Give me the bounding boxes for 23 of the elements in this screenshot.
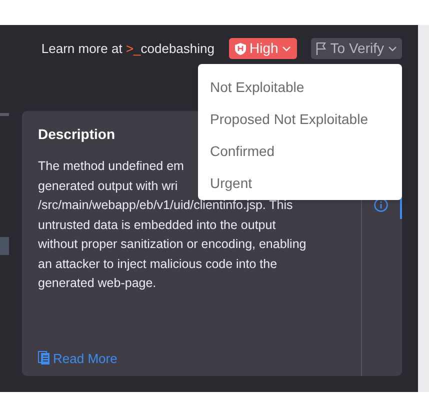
flag-icon — [316, 42, 326, 55]
description-title: Description — [38, 125, 116, 144]
document-icon — [38, 351, 50, 366]
shield-icon — [234, 42, 246, 54]
description-text: an attacker to inject malicious code into the — [38, 256, 278, 273]
description-text: The method undefined em — [38, 158, 184, 175]
menu-item[interactable]: Confirmed — [198, 135, 402, 167]
menu-item[interactable]: Proposed Not Exploitable — [198, 103, 402, 135]
description-text: untrusted data is embedded into the output — [38, 216, 276, 234]
read-more-link[interactable]: Read More — [38, 348, 118, 368]
chevron-down-icon — [282, 46, 292, 52]
selected-row-edge — [0, 237, 9, 255]
severity-button[interactable]: High — [228, 38, 298, 59]
state-dropdown-button[interactable]: To Verify — [311, 38, 402, 59]
chevron-down-icon — [388, 46, 397, 52]
description-text: generated web-page. — [38, 275, 156, 292]
description-text: generated output with wri — [38, 178, 178, 195]
description-text: /src/main/webapp/eb/v1/uid/clientinfo.jsp. This — [38, 197, 293, 214]
menu-item[interactable]: Not Exploitable — [198, 71, 402, 103]
menu-item[interactable]: Urgent — [198, 167, 402, 199]
description-text: without proper sanitization or encoding, enabling — [38, 236, 306, 253]
panel-edge — [0, 113, 9, 116]
learn-more-text: Learn more at >_codebashing — [41, 40, 214, 58]
